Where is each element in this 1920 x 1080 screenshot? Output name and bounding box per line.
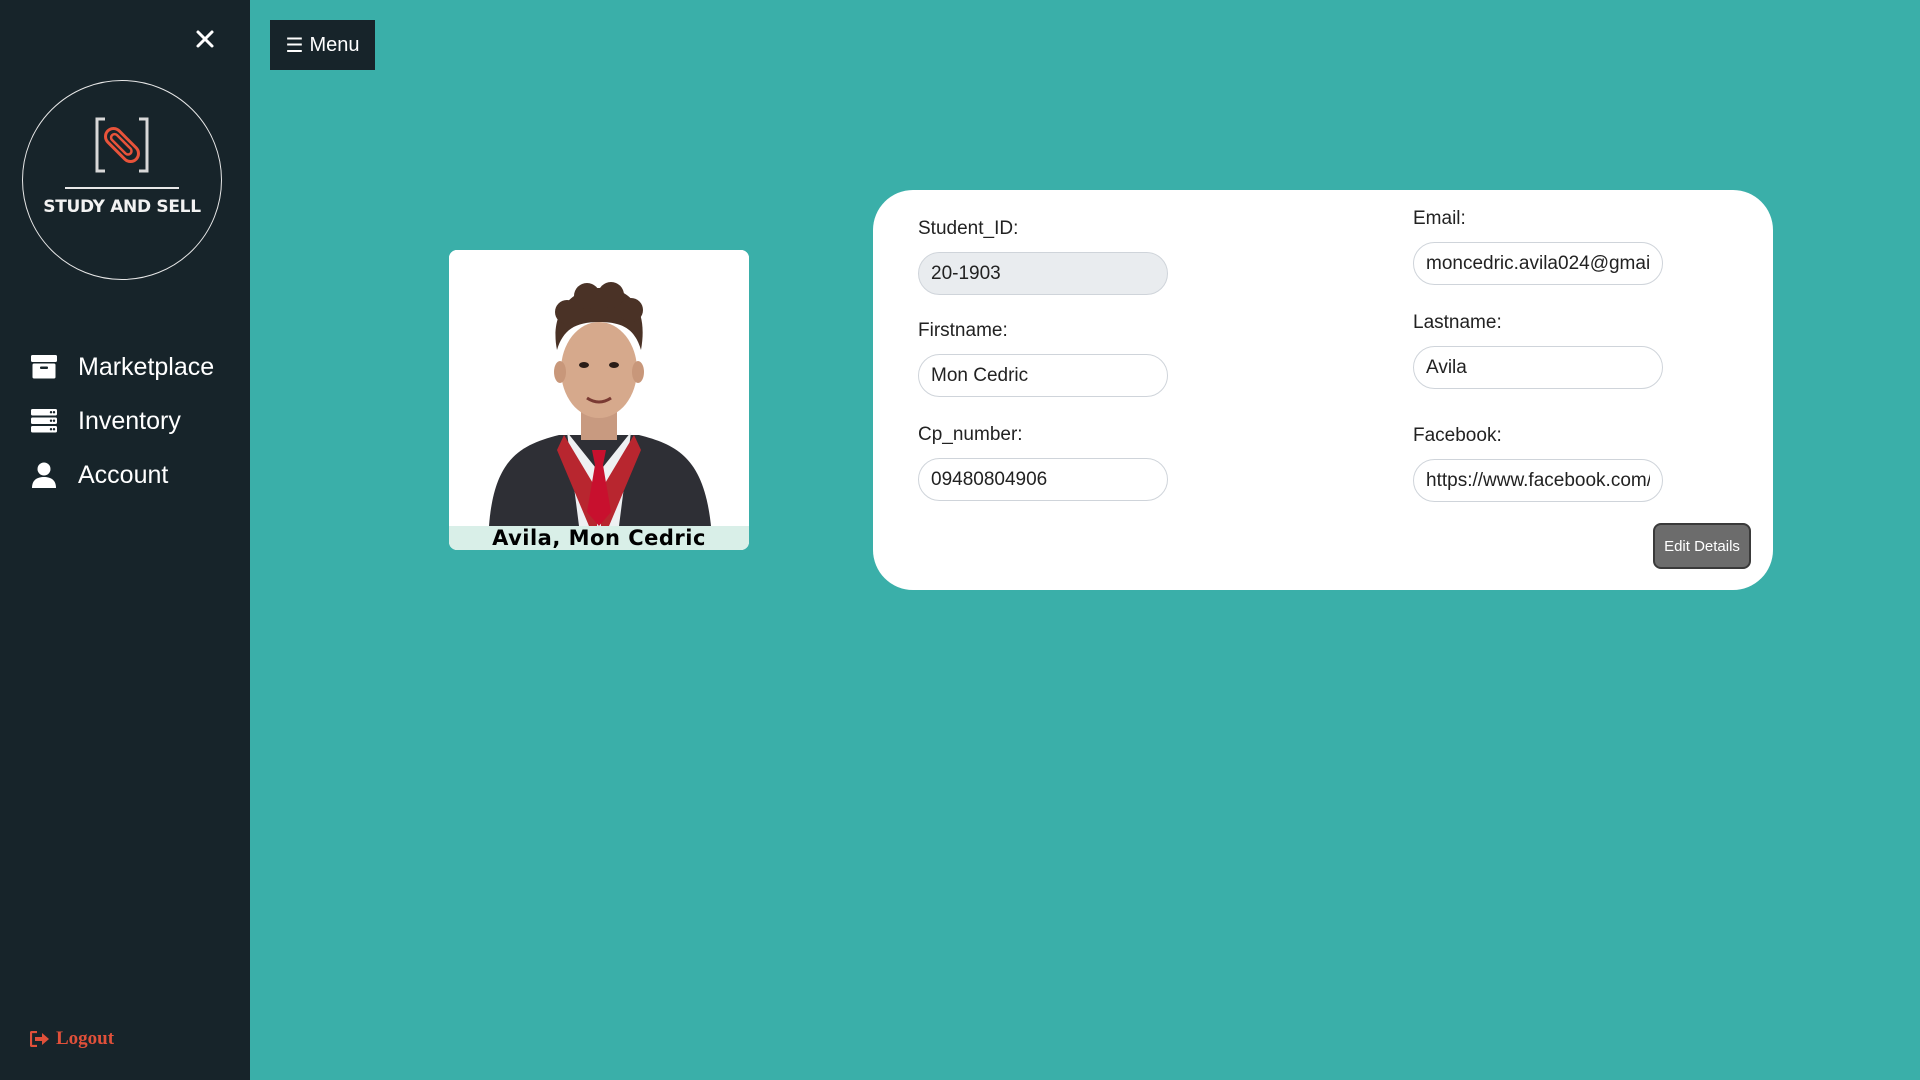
firstname-label: Firstname:	[918, 320, 1008, 341]
sidebar-item-label: Inventory	[78, 406, 181, 435]
student-id-field[interactable]	[918, 252, 1168, 295]
logo: STUDY AND SELL	[22, 80, 222, 280]
logout-button[interactable]: Logout	[30, 1028, 114, 1050]
cp-number-label: Cp_number:	[918, 424, 1023, 445]
paperclip-logo-icon	[93, 115, 151, 175]
close-icon[interactable]	[192, 26, 218, 52]
lastname-label: Lastname:	[1413, 312, 1502, 333]
student-id-label: Student_ID:	[918, 218, 1019, 239]
profile-photo: Avila, Mon Cedric	[449, 250, 749, 550]
sidebar-item-account[interactable]: Account	[30, 448, 214, 502]
archive-box-icon	[30, 353, 58, 381]
email-label: Email:	[1413, 208, 1466, 229]
logout-label: Logout	[56, 1028, 115, 1049]
logo-text: STUDY AND SELL	[43, 197, 201, 217]
menu-label: Menu	[309, 33, 360, 56]
email-field[interactable]	[1413, 242, 1663, 285]
server-stack-icon	[30, 407, 58, 435]
facebook-field[interactable]	[1413, 459, 1663, 502]
facebook-label: Facebook:	[1413, 425, 1502, 446]
logo-divider	[65, 187, 179, 189]
photo-caption: Avila, Mon Cedric	[449, 526, 749, 550]
menu-button[interactable]: ☰ Menu	[270, 20, 375, 70]
firstname-field[interactable]	[918, 354, 1168, 397]
sidebar-nav: Marketplace Inventory Account	[30, 340, 214, 502]
hamburger-icon: ☰	[285, 34, 304, 57]
sidebar-item-marketplace[interactable]: Marketplace	[30, 340, 214, 394]
sidebar-item-label: Marketplace	[78, 352, 215, 381]
lastname-field[interactable]	[1413, 346, 1663, 389]
sign-out-icon	[30, 1031, 50, 1047]
details-card: Student_ID: Firstname: Cp_number: Email:…	[873, 190, 1773, 590]
edit-details-button[interactable]: Edit Details	[1653, 523, 1751, 569]
sidebar-item-inventory[interactable]: Inventory	[30, 394, 214, 448]
user-icon	[30, 461, 58, 489]
sidebar-item-label: Account	[78, 460, 169, 489]
sidebar: STUDY AND SELL Marketplace Inventory Acc…	[0, 0, 250, 1080]
cp-number-field[interactable]	[918, 458, 1168, 501]
profile-portrait-image	[449, 250, 749, 526]
